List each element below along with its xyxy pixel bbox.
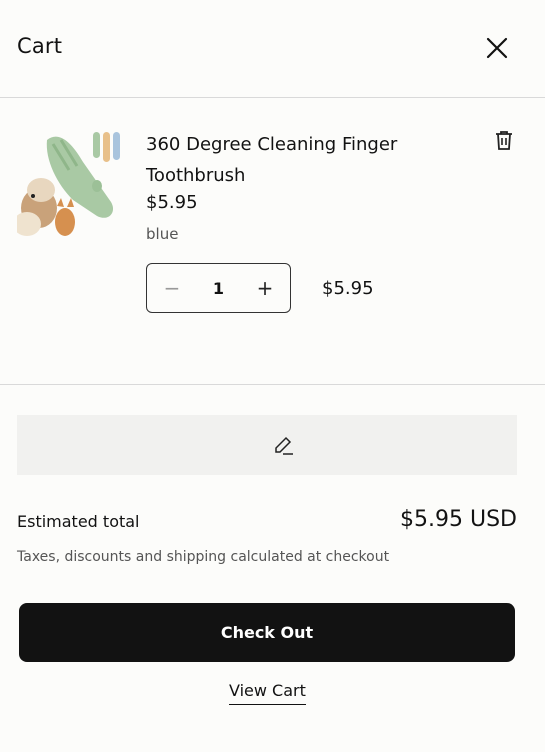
product-name[interactable]: 360 Degree Cleaning Finger Toothbrush [146, 129, 446, 191]
estimated-total-label: Estimated total [17, 512, 140, 531]
product-variant: blue [146, 225, 179, 243]
decrease-quantity-button[interactable]: − [147, 264, 197, 312]
checkout-button[interactable]: Check Out [19, 603, 515, 662]
close-icon [486, 37, 508, 59]
tax-note: Taxes, discounts and shipping calculated… [17, 549, 390, 565]
remove-item-button[interactable] [492, 128, 516, 152]
increase-quantity-button[interactable]: + [240, 264, 290, 312]
cart-line-item: 360 Degree Cleaning Finger Toothbrush $5… [0, 98, 545, 385]
trash-icon [496, 131, 512, 150]
quantity-value[interactable]: 1 [197, 264, 240, 312]
cart-title: Cart [17, 34, 63, 58]
line-total: $5.95 [322, 278, 374, 299]
estimated-total-value: $5.95 USD [400, 507, 517, 532]
cart-header: Cart [0, 0, 545, 98]
product-price: $5.95 [146, 192, 198, 213]
pencil-icon [275, 436, 293, 455]
view-cart-link[interactable]: View Cart [229, 681, 306, 705]
close-button[interactable] [482, 33, 512, 63]
order-note-button[interactable] [17, 415, 517, 475]
quantity-stepper: − 1 + [146, 263, 291, 313]
product-image[interactable] [17, 130, 127, 236]
